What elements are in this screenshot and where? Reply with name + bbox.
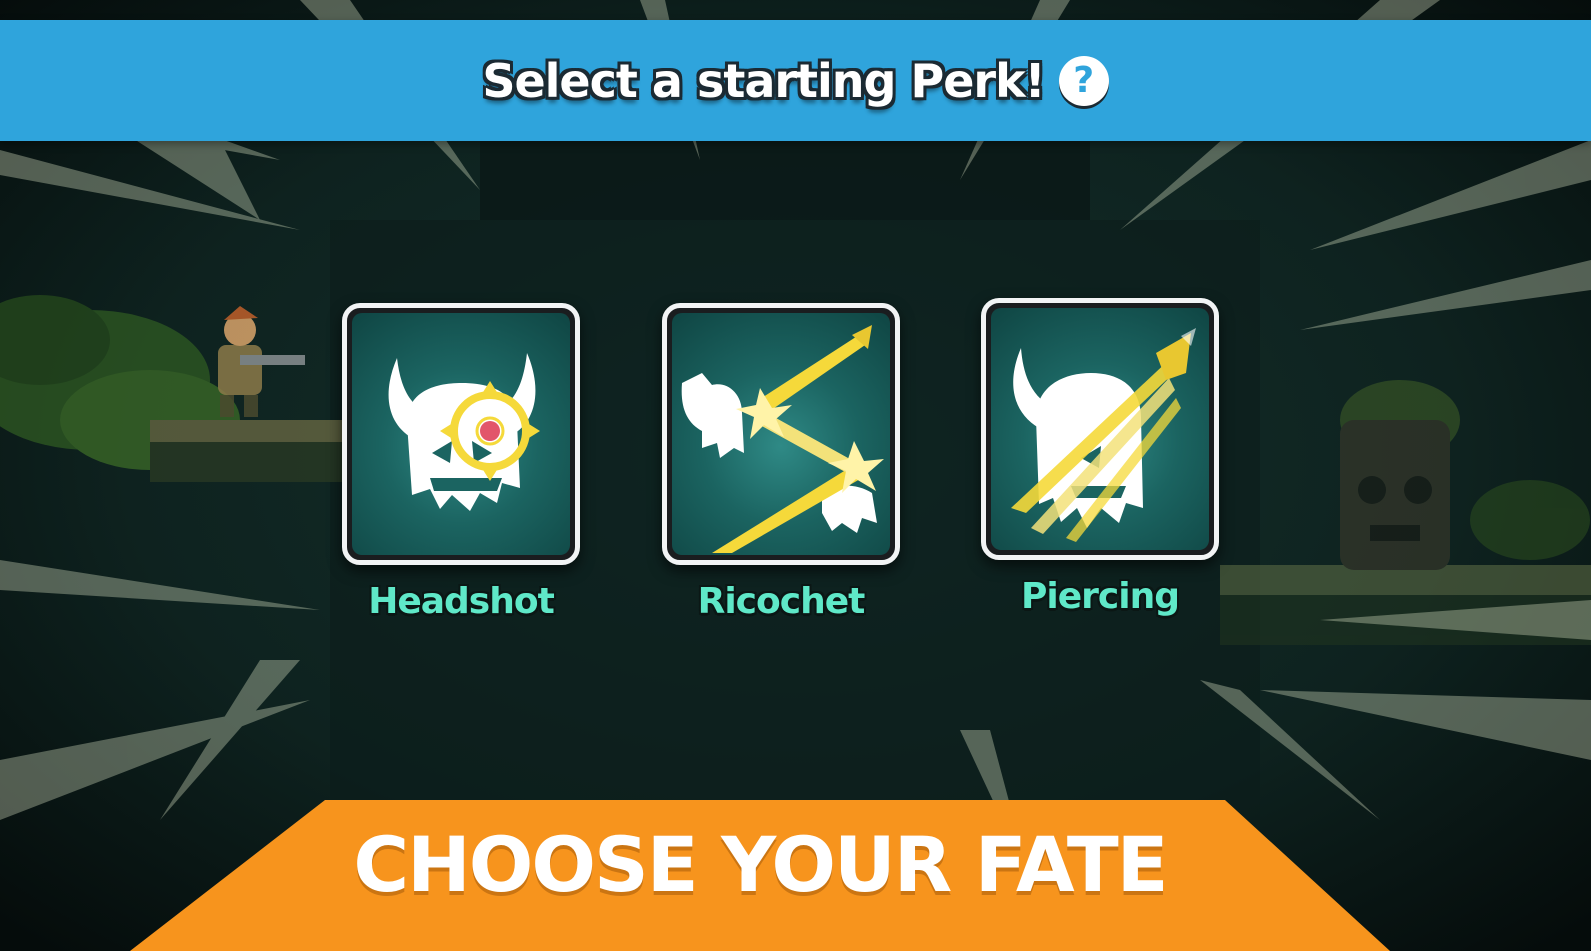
perk-frame [662,303,900,565]
skull-ricochet-bullet-icon [672,313,890,555]
perk-label: Piercing [1021,576,1180,617]
skull-piercing-bullet-icon [991,308,1209,550]
perk-label: Ricochet [697,581,866,622]
perk-label: Headshot [368,581,555,622]
game-scene: Select a starting Perk! ? Headshot Ricoc… [0,0,1591,951]
perk-card-piercing[interactable]: Piercing [981,298,1219,617]
page-title: Select a starting Perk! [482,53,1045,108]
perk-frame [981,298,1219,560]
skull-crosshair-icon [352,313,570,555]
perk-card-headshot[interactable]: Headshot [342,303,580,622]
help-button[interactable]: ? [1058,55,1109,106]
choose-your-fate-label: CHOOSE YOUR FATE [353,820,1168,909]
perk-frame [342,303,580,565]
header-banner: Select a starting Perk! ? [0,20,1591,141]
perk-card-ricochet[interactable]: Ricochet [662,303,900,622]
question-mark-icon: ? [1073,60,1095,101]
